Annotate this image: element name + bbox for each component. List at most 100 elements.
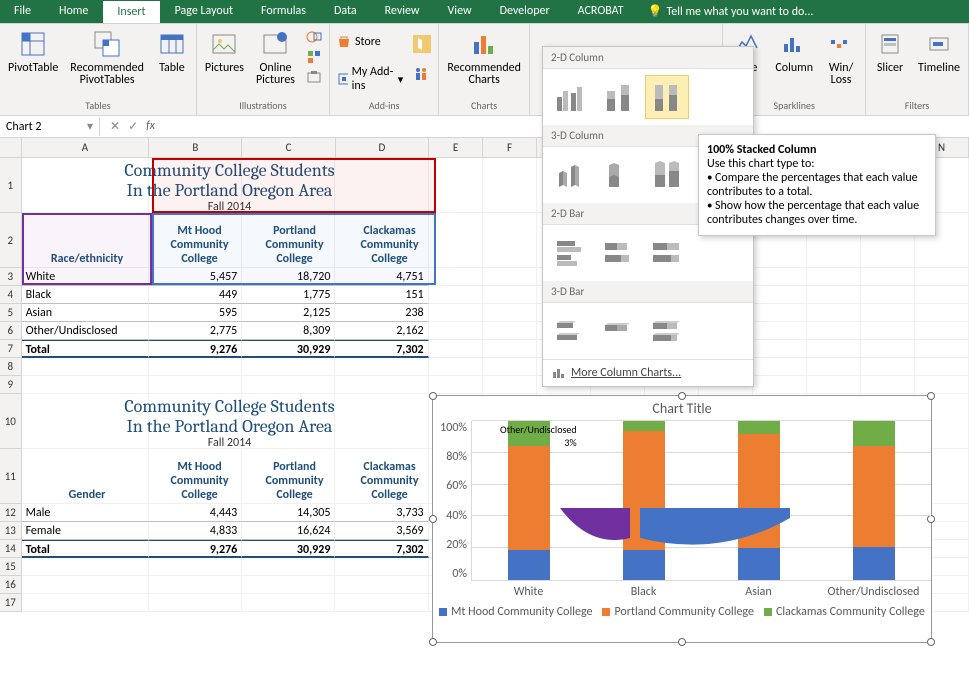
3d-stacked-bar-option[interactable] [597, 309, 641, 353]
cell[interactable] [429, 358, 483, 376]
table-button[interactable]: Table [152, 26, 192, 76]
3d-clustered-bar-option[interactable] [549, 309, 593, 353]
cell[interactable] [22, 558, 149, 576]
cell[interactable] [149, 558, 242, 576]
stacked-bar-option[interactable] [597, 231, 641, 275]
chart-bar[interactable] [853, 421, 895, 580]
cancel-icon[interactable]: ✕ [110, 119, 120, 134]
tab-acrobat[interactable]: ACROBAT [564, 0, 638, 23]
timeline-button[interactable]: Timeline [914, 26, 964, 76]
fx-icon[interactable]: fx [146, 119, 155, 134]
cell[interactable] [483, 286, 537, 304]
cell[interactable]: 7,302 [335, 340, 428, 358]
cell[interactable] [335, 358, 428, 376]
cell[interactable] [242, 358, 335, 376]
screenshot-button[interactable] [305, 68, 323, 86]
enter-icon[interactable]: ✓ [128, 119, 138, 134]
row-header[interactable]: 17 [0, 594, 22, 612]
cell[interactable] [242, 558, 335, 576]
cell[interactable]: Total [22, 540, 149, 558]
cell[interactable] [915, 340, 969, 358]
3d-100-stacked-column-option[interactable] [645, 153, 689, 197]
resize-handle[interactable] [429, 515, 437, 523]
cell[interactable] [483, 268, 537, 286]
cell[interactable] [429, 376, 483, 394]
cell[interactable] [807, 286, 861, 304]
row-header[interactable]: 5 [0, 304, 22, 322]
cell[interactable]: 238 [335, 304, 428, 322]
clustered-bar-option[interactable] [549, 231, 593, 275]
cell[interactable] [753, 358, 807, 376]
cell[interactable]: 4,443 [149, 504, 242, 522]
tab-insert[interactable]: Insert [102, 0, 160, 23]
cell[interactable] [807, 358, 861, 376]
cell[interactable] [22, 576, 149, 594]
cell[interactable]: Asian [22, 304, 149, 322]
cell[interactable] [22, 358, 149, 376]
cell[interactable] [149, 358, 242, 376]
row-header[interactable]: 13 [0, 522, 22, 540]
row-header[interactable]: 6 [0, 322, 22, 340]
shapes-button[interactable] [305, 28, 323, 46]
tab-home[interactable]: Home [45, 0, 102, 23]
cell[interactable] [807, 322, 861, 340]
tab-data[interactable]: Data [320, 0, 371, 23]
column-header[interactable]: B [149, 138, 242, 157]
legend-item[interactable]: Clackamas Community College [764, 605, 925, 619]
cell[interactable] [149, 576, 242, 594]
cell[interactable] [483, 158, 537, 213]
row-header[interactable]: 2 [0, 213, 22, 268]
3d-100-stacked-bar-option[interactable] [645, 309, 689, 353]
cell[interactable] [861, 376, 915, 394]
resize-handle[interactable] [927, 638, 935, 646]
cell[interactable] [242, 594, 335, 612]
cell[interactable] [915, 268, 969, 286]
cell[interactable] [861, 304, 915, 322]
cell[interactable] [483, 376, 537, 394]
column-header[interactable]: D [336, 138, 429, 157]
row-header[interactable]: 4 [0, 286, 22, 304]
cell[interactable]: Female [22, 522, 149, 540]
chart-bar[interactable] [623, 421, 665, 580]
cell[interactable]: Total [22, 340, 149, 358]
cell[interactable] [861, 340, 915, 358]
cell[interactable] [242, 576, 335, 594]
cell[interactable] [861, 268, 915, 286]
resize-handle[interactable] [429, 638, 437, 646]
cell[interactable] [807, 304, 861, 322]
row-header[interactable]: 9 [0, 376, 22, 394]
cell[interactable]: 2,775 [149, 322, 242, 340]
cell[interactable] [429, 286, 483, 304]
cell[interactable]: 9,276 [149, 540, 242, 558]
recommended-pivottables-button[interactable]: Recommended PivotTables [66, 26, 148, 88]
cell[interactable]: 2,125 [242, 304, 335, 322]
cell[interactable]: 14,305 [242, 504, 335, 522]
cell[interactable]: 9,276 [149, 340, 242, 358]
people-graph-button[interactable] [412, 64, 432, 84]
bing-maps-button[interactable] [412, 34, 432, 54]
my-addins-button[interactable]: My Add-ins ▾ [336, 64, 404, 94]
pictures-button[interactable]: Pictures [201, 26, 248, 76]
cell[interactable] [335, 558, 428, 576]
cell[interactable]: 151 [335, 286, 428, 304]
cell[interactable] [483, 322, 537, 340]
legend-item[interactable]: Mt Hood Community College [439, 605, 592, 619]
cell[interactable] [335, 376, 428, 394]
row-header[interactable]: 11 [0, 449, 22, 504]
cell[interactable] [22, 594, 149, 612]
cell[interactable] [915, 304, 969, 322]
column-header[interactable]: A [22, 138, 150, 157]
cell[interactable] [807, 340, 861, 358]
resize-handle[interactable] [927, 392, 935, 400]
cell[interactable] [242, 376, 335, 394]
cell[interactable] [753, 322, 807, 340]
cell[interactable] [429, 268, 483, 286]
tab-formulas[interactable]: Formulas [247, 0, 320, 23]
pivottable-button[interactable]: PivotTable [4, 26, 62, 76]
cell[interactable] [861, 286, 915, 304]
cell[interactable]: 4,833 [149, 522, 242, 540]
cell[interactable] [335, 594, 428, 612]
cell[interactable]: Male [22, 504, 149, 522]
column-header[interactable]: E [429, 138, 483, 157]
cell[interactable] [753, 286, 807, 304]
